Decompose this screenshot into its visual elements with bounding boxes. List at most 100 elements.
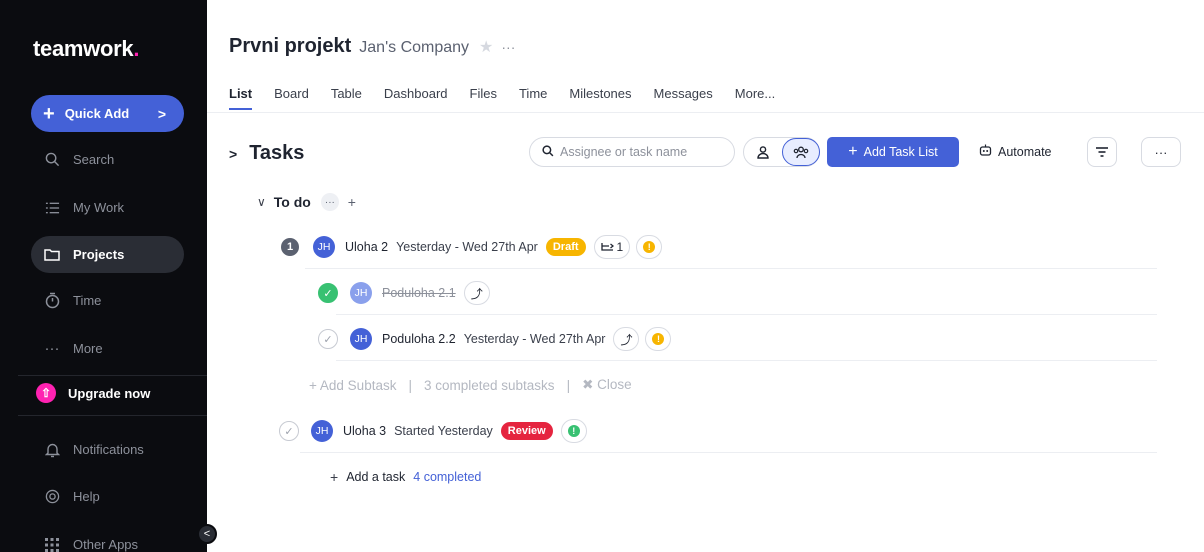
subtasks-chip[interactable]: 1 [593, 235, 631, 259]
sidebar-divider [18, 415, 207, 416]
logo[interactable]: teamwork. [33, 36, 139, 62]
status-badge[interactable]: Review [500, 422, 553, 440]
stopwatch-icon [43, 292, 61, 310]
add-subtask-label: Add Subtask [319, 377, 397, 393]
collapse-sidebar-button[interactable]: < [197, 524, 217, 544]
sidebar-item-more[interactable]: ··· More [31, 330, 184, 367]
avatar[interactable]: JH [311, 420, 333, 442]
sidebar-item-other-apps[interactable]: Other Apps [31, 526, 184, 552]
completed-check-icon[interactable]: ✓ [318, 283, 338, 303]
automate-button[interactable]: Automate [979, 144, 1052, 159]
task-name[interactable]: Uloha 3 [343, 424, 386, 438]
add-task-button[interactable]: Add a task [346, 470, 405, 484]
reopen-chip[interactable]: ⤴ [613, 327, 640, 351]
quick-add-label: Quick Add [64, 106, 130, 121]
separator: | [566, 377, 571, 393]
filter-button[interactable] [1087, 137, 1117, 167]
completed-tasks-link[interactable]: 4 completed [413, 470, 481, 484]
arrow-up-icon: ⤴ [620, 332, 633, 347]
add-icon[interactable]: + [343, 193, 361, 211]
subtask-row[interactable]: ✓ JH Poduloha 2.1 ⤴ [318, 281, 496, 305]
avatar[interactable]: JH [350, 282, 372, 304]
search-input[interactable]: Assignee or task name [529, 137, 735, 167]
task-row[interactable]: 1 JH Uloha 2 Yesterday - Wed 27th Apr Dr… [281, 235, 668, 259]
add-subtask-button[interactable]: + Add Subtask [309, 378, 396, 393]
close-icon: ✖ [582, 377, 594, 392]
expand-chevron-icon[interactable]: > [229, 146, 237, 162]
separator: | [408, 377, 412, 393]
priority-chip[interactable]: ! [636, 235, 663, 259]
help-icon [43, 488, 61, 506]
sidebar-item-time[interactable]: Time [31, 282, 184, 319]
star-icon[interactable]: ★ [479, 37, 493, 57]
task-list-name: To do [273, 194, 311, 210]
project-tabs: List Board Table Dashboard Files Time Mi… [229, 86, 797, 112]
task-date[interactable]: Yesterday - Wed 27th Apr [396, 240, 538, 254]
my-work-icon [43, 199, 61, 217]
sidebar-item-notifications[interactable]: Notifications [31, 431, 184, 468]
folder-icon [43, 246, 61, 264]
section-title: Tasks [249, 142, 305, 164]
task-name[interactable]: Poduloha 2.2 [382, 332, 456, 346]
tab-messages[interactable]: Messages [654, 86, 713, 112]
warning-icon: ! [652, 333, 665, 345]
status-badge[interactable]: Draft [545, 238, 586, 256]
upgrade-now-button[interactable]: ⇧ Upgrade now [36, 383, 150, 403]
task-name[interactable]: Poduloha 2.1 [382, 286, 456, 300]
tab-milestones[interactable]: Milestones [569, 86, 631, 112]
list-options-icon[interactable]: ··· [320, 193, 339, 211]
add-task-list-button[interactable]: + Add Task List [827, 137, 959, 167]
subtasks-count: 1 [616, 240, 624, 254]
chevron-left-icon: < [203, 528, 211, 540]
tab-list[interactable]: List [229, 86, 253, 112]
task-date[interactable]: Yesterday - Wed 27th Apr [464, 332, 606, 346]
task-date[interactable]: Started Yesterday [394, 424, 493, 438]
task-name[interactable]: Uloha 2 [345, 240, 388, 254]
warning-icon: ! [643, 241, 656, 253]
info-icon: ! [567, 425, 580, 437]
more-dots-icon: ··· [44, 340, 60, 357]
sidebar-item-label: My Work [73, 200, 125, 215]
row-divider [300, 452, 1157, 453]
close-subtasks-button[interactable]: ✖ Close [582, 377, 632, 393]
single-user-icon[interactable] [744, 138, 782, 166]
tab-table[interactable]: Table [331, 86, 362, 112]
sidebar-item-my-work[interactable]: My Work [31, 189, 184, 226]
sidebar-item-projects[interactable]: Projects [31, 236, 184, 273]
more-options-icon[interactable]: ··· [501, 39, 515, 55]
app: teamwork. + Quick Add > Search My Work P… [0, 0, 1204, 552]
company-name[interactable]: Jan's Company [359, 39, 469, 57]
robot-icon [979, 144, 992, 159]
priority-chip[interactable]: ! [645, 327, 672, 351]
tab-board[interactable]: Board [274, 86, 309, 112]
task-row[interactable]: ✓ JH Uloha 3 Started Yesterday Review ! [279, 419, 593, 443]
upgrade-arrow-icon: ⇧ [36, 383, 56, 403]
sidebar-item-search[interactable]: Search [31, 141, 184, 178]
avatar[interactable]: JH [350, 328, 372, 350]
tab-more[interactable]: More... [735, 86, 775, 112]
plus-icon: + [330, 469, 339, 485]
filter-icon [1096, 145, 1108, 160]
priority-chip[interactable]: ! [560, 419, 587, 443]
sidebar-item-label: Help [73, 489, 100, 504]
quick-add-button[interactable]: + Quick Add > [31, 95, 184, 132]
check-icon[interactable]: ✓ [279, 421, 299, 441]
avatar[interactable]: JH [313, 236, 335, 258]
chevron-down-icon[interactable]: ∨ [257, 195, 266, 209]
subtask-row[interactable]: ✓ JH Poduloha 2.2 Yesterday - Wed 27th A… [318, 327, 677, 351]
project-header: Prvni projekt Jan's Company ★ ··· [229, 35, 515, 58]
sidebar-item-label: More [73, 341, 103, 356]
sidebar-item-help[interactable]: Help [31, 478, 184, 515]
automate-label: Automate [998, 144, 1052, 159]
tabs-divider [207, 112, 1204, 113]
group-users-icon[interactable] [782, 138, 820, 166]
subtask-actions: + Add Subtask | 3 completed subtasks | ✖… [309, 377, 632, 393]
tab-time[interactable]: Time [519, 86, 547, 112]
completed-subtasks-link[interactable]: 3 completed subtasks [424, 378, 555, 393]
tab-dashboard[interactable]: Dashboard [384, 86, 448, 112]
tab-files[interactable]: Files [470, 86, 497, 112]
add-task-list-label: Add Task List [863, 145, 938, 159]
more-actions-button[interactable]: ··· [1141, 137, 1181, 167]
check-icon[interactable]: ✓ [318, 329, 338, 349]
reopen-chip[interactable]: ⤴ [463, 281, 490, 305]
